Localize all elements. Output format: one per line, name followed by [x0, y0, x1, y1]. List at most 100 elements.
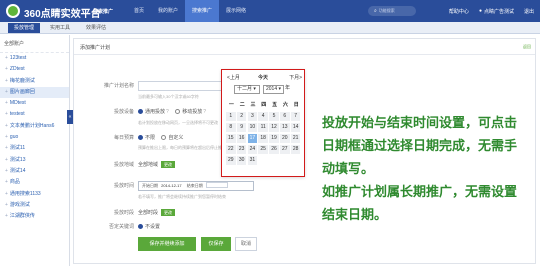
sidebar-item[interactable]: + guo [0, 132, 69, 143]
sidebar-item-selected[interactable]: + 图片画廊回 [0, 86, 69, 99]
calendar-day[interactable]: 13 [280, 123, 290, 132]
save-button[interactable]: 仅保存 [201, 237, 231, 251]
calendar-day[interactable]: 12 [269, 123, 279, 132]
calendar-day[interactable]: 19 [269, 134, 279, 143]
calendar-day[interactable]: 6 [280, 112, 290, 121]
expand-icon[interactable]: + [5, 55, 8, 61]
expand-icon[interactable]: + [5, 179, 8, 185]
calendar-day[interactable]: 4 [258, 112, 268, 121]
calendar-day[interactable]: 9 [236, 123, 247, 132]
calendar-day[interactable]: 16 [236, 134, 247, 143]
budget-custom-radio[interactable] [161, 135, 167, 140]
sidebar-item[interactable]: + 测试14 [0, 166, 69, 177]
calendar-day[interactable]: 7 [290, 112, 301, 121]
calendar-day[interactable]: 20 [280, 134, 290, 143]
expand-icon[interactable]: + [5, 123, 8, 129]
sidebar-item[interactable]: + 商品 [0, 177, 69, 188]
expand-icon[interactable]: + [5, 100, 8, 106]
nav-account[interactable]: 我的账户 [151, 0, 185, 22]
calendar-day[interactable]: 29 [226, 156, 236, 165]
nav-display-network[interactable]: 展示网络 [219, 0, 253, 22]
calendar-day[interactable]: 25 [258, 145, 268, 154]
device-mobile-radio[interactable] [175, 109, 181, 114]
calendar-day[interactable]: 21 [290, 134, 301, 143]
sidebar-item[interactable]: + 测试11 [0, 143, 69, 154]
negative-keyword-radio[interactable] [138, 224, 143, 229]
sidebar-item[interactable]: + 通用搜索1133 [0, 189, 69, 200]
month-select[interactable]: 十二月 ▾ [234, 85, 260, 94]
region-edit-button[interactable]: 更改 [161, 161, 176, 168]
calendar-day[interactable]: 28 [290, 145, 301, 154]
calendar-day[interactable]: 24 [247, 145, 258, 154]
expand-icon[interactable]: + [5, 66, 8, 72]
calendar-day[interactable]: 31 [247, 156, 258, 165]
sidebar-item[interactable]: + 文本黄鹏计划Hans6 [0, 121, 69, 132]
sidebar-item[interactable]: + 梅花鹿测试 [0, 76, 69, 87]
account-name-link[interactable]: 点睛广告测试 [484, 8, 514, 15]
help-center-link[interactable]: 帮助中心 [449, 8, 469, 15]
calendar-day-today[interactable]: 17 [247, 134, 258, 143]
logout-link[interactable]: 退出 [524, 8, 534, 15]
calendar-day[interactable]: 30 [236, 156, 247, 165]
end-date-input[interactable] [205, 182, 228, 188]
calendar-day[interactable]: 15 [226, 134, 236, 143]
expand-icon[interactable]: + [5, 111, 8, 117]
period-edit-button[interactable]: 更改 [161, 209, 176, 216]
save-and-continue-button[interactable]: 保存并继续添加 [138, 237, 196, 251]
sidebar-item[interactable]: + testest [0, 109, 69, 120]
year-select[interactable]: 2014 ▾ [263, 85, 284, 94]
calendar-day[interactable]: 11 [258, 123, 268, 132]
function-search-input[interactable]: ⌕ 功能搜索 [368, 6, 416, 16]
expand-icon[interactable]: + [5, 191, 8, 197]
calendar-day[interactable]: 5 [269, 112, 279, 121]
plan-name-input[interactable] [138, 81, 228, 91]
expand-icon[interactable]: + [5, 89, 8, 95]
calendar-day[interactable]: 18 [258, 134, 268, 143]
sidebar-item[interactable]: + MDtest [0, 98, 69, 109]
nav-search-promo[interactable]: 搜索推广 [185, 0, 220, 22]
sidebar-item[interactable]: + 测试13 [0, 155, 69, 166]
expand-icon[interactable]: + [5, 145, 8, 151]
expand-icon[interactable]: + [5, 168, 8, 174]
budget-unlimited-radio[interactable] [138, 135, 143, 140]
help-icon[interactable]: ? [166, 109, 169, 115]
calendar-day[interactable]: 2 [236, 112, 247, 121]
sidebar-item[interactable]: + 江湖群侠传 [0, 211, 69, 222]
calendar-day[interactable]: 26 [269, 145, 279, 154]
calendar-day[interactable]: 23 [236, 145, 247, 154]
tab-campaign-management[interactable]: 投放管理 [8, 23, 41, 33]
next-month-button[interactable]: 下月> [289, 74, 302, 81]
campaign-list: +123test + ZDtest + 梅花鹿测试 + 图片画廊回 + MDtest +… [0, 53, 69, 222]
region-value: 全部地域 [138, 162, 159, 168]
expand-icon[interactable]: + [5, 202, 8, 208]
sidebar: 全部账户 +123test + ZDtest + 梅花鹿测试 + 图片画廊回 + MDt… [0, 35, 73, 266]
cancel-button[interactable]: 取消 [235, 237, 257, 251]
tab-performance[interactable]: 效果评估 [80, 23, 112, 33]
annotation-line: 投放开始与结束时间设置，可点击 [322, 116, 518, 131]
calendar-day[interactable]: 10 [247, 123, 258, 132]
help-icon[interactable]: ? [203, 109, 206, 115]
expand-icon[interactable]: + [5, 157, 8, 163]
back-link[interactable]: 返回 [523, 44, 531, 50]
sidebar-item[interactable]: + ZDtest [0, 64, 69, 75]
sidebar-item[interactable]: + 游戏测试 [0, 200, 69, 211]
calendar-day[interactable]: 1 [226, 112, 236, 121]
calendar-day[interactable]: 8 [226, 123, 236, 132]
sub-nav-bar: 投放管理 实用工具 效果评估 [0, 22, 540, 34]
expand-icon[interactable]: + [5, 213, 8, 219]
tab-tools[interactable]: 实用工具 [44, 23, 76, 33]
expand-icon[interactable]: + [5, 78, 8, 84]
device-general-radio[interactable] [138, 109, 143, 114]
prev-month-button[interactable]: <上月 [227, 74, 240, 81]
weekday-header: 二 [239, 102, 245, 108]
calendar-day[interactable]: 22 [226, 145, 236, 154]
sidebar-item[interactable]: +123test [0, 53, 69, 64]
today-button[interactable]: 今天 [258, 74, 268, 81]
calendar-day[interactable]: 3 [247, 112, 258, 121]
nav-home[interactable]: 首页 [127, 0, 151, 22]
expand-icon[interactable]: + [5, 134, 8, 140]
calendar-day[interactable]: 27 [280, 145, 290, 154]
start-date-input[interactable]: 2014-12-17 [161, 183, 181, 188]
calendar-day[interactable]: 14 [290, 123, 301, 132]
period-value: 全部时段 [138, 210, 159, 216]
